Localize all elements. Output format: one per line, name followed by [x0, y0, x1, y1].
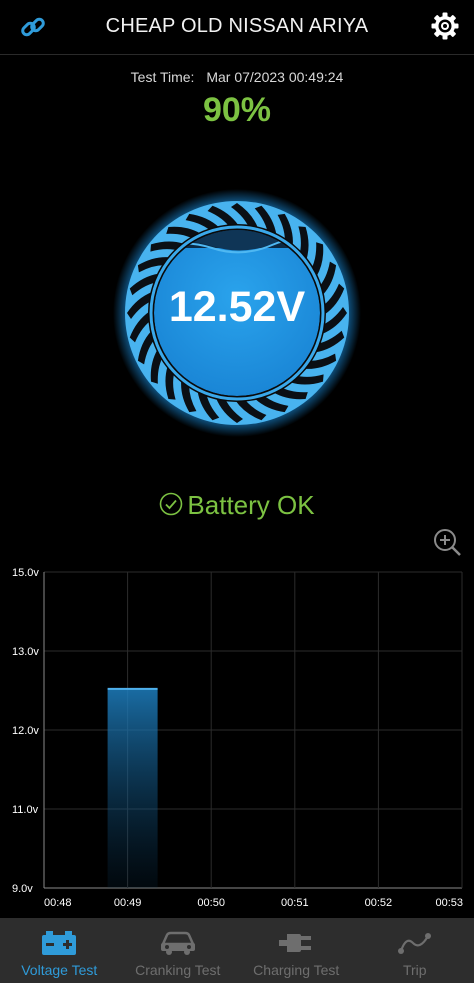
test-time-label: Test Time: — [130, 69, 195, 85]
test-time-value: Mar 07/2023 00:49:24 — [206, 69, 344, 85]
bottom-nav: Voltage Test Cranking Test Charging Test… — [0, 918, 474, 983]
y-tick-label: 11.0v — [12, 804, 39, 816]
plug-icon — [279, 934, 312, 952]
y-tick-label: 15.0v — [12, 567, 39, 579]
voltage-bar — [107, 688, 158, 888]
x-tick-label: 00:50 — [197, 897, 225, 909]
gear-icon[interactable] — [430, 11, 460, 41]
tab-cranking-test[interactable]: Cranking Test — [119, 918, 238, 983]
voltage-chart: 15.0v 13.0v 12.0v 11.0v 9.0v 00:48 00:49 00:50… — [12, 567, 463, 909]
tab-label: Trip — [402, 962, 427, 978]
app-header: CHEAP OLD NISSAN ARIYA — [0, 0, 474, 55]
tab-label: Voltage Test — [21, 962, 98, 978]
y-tick-label: 9.0v — [12, 883, 33, 895]
tab-label: Charging Test — [253, 962, 340, 978]
tab-voltage-test[interactable]: Voltage Test — [0, 918, 119, 983]
voltage-value: 12.52V — [168, 283, 306, 331]
battery-status-text: Battery OK — [187, 490, 315, 520]
x-tick-label: 00:49 — [114, 897, 142, 909]
test-time: Test Time: Mar 07/2023 00:49:24 — [0, 69, 474, 85]
tab-charging-test[interactable]: Charging Test — [237, 918, 356, 983]
check-circle-icon — [160, 492, 183, 516]
battery-status: Battery OK — [0, 490, 474, 521]
x-tick-label: 00:48 — [44, 897, 72, 909]
zoom-in-icon[interactable] — [432, 527, 464, 559]
x-tick-label: 00:53 — [435, 897, 463, 909]
battery-percent: 90% — [202, 91, 272, 129]
route-icon — [397, 933, 431, 954]
y-tick-label: 13.0v — [12, 646, 39, 658]
tab-label: Cranking Test — [135, 962, 221, 978]
x-tick-label: 00:51 — [281, 897, 309, 909]
battery-icon — [42, 931, 77, 955]
page-title: CHEAP OLD NISSAN ARIYA — [105, 15, 369, 37]
x-tick-label: 00:52 — [365, 897, 393, 909]
y-tick-label: 12.0v — [12, 725, 39, 737]
car-icon — [160, 931, 195, 955]
tab-trip[interactable]: Trip — [356, 918, 474, 983]
